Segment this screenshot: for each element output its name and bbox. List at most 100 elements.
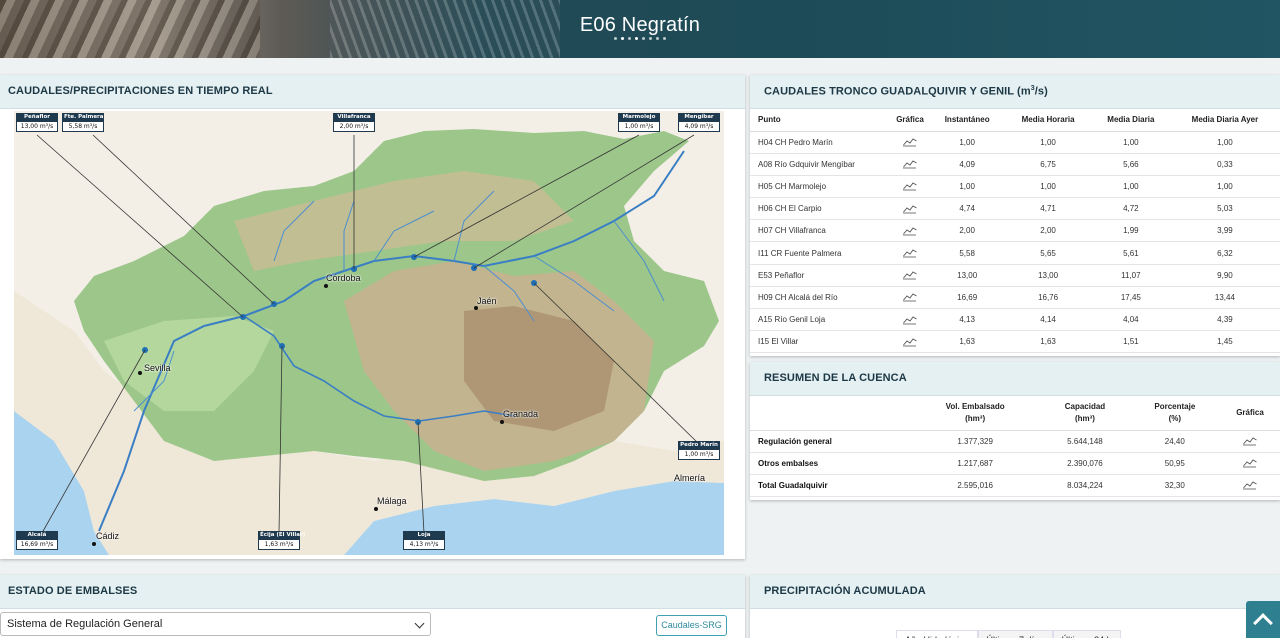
cell-media-diaria: 11,07 — [1091, 264, 1170, 287]
gauge-flag-mengibar[interactable]: Mengíbar 4,09 m³/s — [678, 113, 720, 132]
chart-icon-button[interactable] — [890, 286, 930, 310]
cell-cap: 2.390,076 — [1040, 452, 1130, 475]
chevron-down-icon — [414, 618, 425, 629]
col-pct-unit: (%) — [1168, 413, 1182, 423]
caudales-srg-button[interactable]: Caudales-SRG — [656, 615, 727, 636]
realtime-map-panel: CAUDALES/PRECIPITACIONES EN TIEMPO REAL — [0, 75, 745, 559]
basin-map-graphic — [14, 111, 724, 555]
table-row: H09 CH Alcalá del Río 16,69 16,76 17,45 13,4… — [750, 286, 1280, 310]
cell-media-horaria: 1,00 — [1004, 131, 1092, 154]
cell-instantaneo: 4,74 — [930, 197, 1005, 221]
cell-punto: A15 Río Genil Loja — [750, 308, 890, 332]
cell-name: Regulación general — [750, 430, 910, 453]
cell-media-horaria: 4,71 — [1004, 197, 1092, 221]
carousel-dot[interactable] — [642, 37, 645, 40]
carousel-dot[interactable] — [656, 37, 659, 40]
chart-icon-button[interactable] — [1220, 430, 1280, 453]
carousel-dot-active[interactable] — [621, 37, 624, 40]
flows-panel: CAUDALES TRONCO GUADALQUIVIR Y GENIL (m 3… — [750, 75, 1280, 356]
cell-punto: E53 Peñaflor — [750, 264, 890, 287]
cell-media-diaria-ayer: 1,00 — [1169, 131, 1280, 154]
table-row: I15 El Villar 1,63 1,63 1,51 1,45 — [750, 330, 1280, 354]
cell-media-horaria: 1,00 — [1004, 175, 1092, 199]
col-grafica: Gráfica — [1220, 396, 1280, 431]
cell-punto: H09 CH Alcalá del Río — [750, 286, 890, 310]
carousel-dot[interactable] — [628, 37, 631, 40]
gauge-flag-loja[interactable]: Loja 4,13 m³/s — [403, 531, 445, 550]
cell-media-diaria: 1,00 — [1091, 131, 1170, 154]
system-select[interactable]: Sistema de Regulación General — [0, 612, 431, 636]
gauge-flag-alcala[interactable]: Alcalá 16,69 m³/s — [16, 531, 58, 550]
gauge-flag-value: 4,13 m³/s — [403, 539, 445, 550]
chart-icon-button[interactable] — [890, 241, 930, 265]
cell-media-diaria: 4,72 — [1091, 197, 1170, 221]
cell-media-horaria: 2,00 — [1004, 219, 1092, 243]
cell-vol: 1.377,329 — [910, 430, 1041, 453]
table-row: H07 CH Villafranca 2,00 2,00 1,99 3,99 — [750, 219, 1280, 243]
chart-icon-button[interactable] — [890, 175, 930, 199]
table-row: A08 Río Gdquivir Mengíbar 4,09 6,75 5,66 0,3… — [750, 153, 1280, 176]
gauge-flag-name: Pedro Marín — [678, 441, 720, 449]
chart-icon-button[interactable] — [890, 153, 930, 176]
gauge-flag-name: Écija (El Villar) — [258, 531, 306, 539]
gauge-flag-name: Peñaflor — [16, 113, 58, 121]
cell-instantaneo: 1,00 — [930, 131, 1005, 154]
line-chart-icon — [1243, 459, 1257, 468]
carousel-dot[interactable] — [649, 37, 652, 40]
cell-media-diaria-ayer: 1,00 — [1169, 175, 1280, 199]
carousel-dot[interactable] — [663, 37, 666, 40]
summary-table-body: Regulación general 1.377,329 5.644,148 24,4… — [750, 430, 1280, 497]
col-blank — [750, 396, 910, 431]
scroll-to-top-button[interactable] — [1246, 601, 1280, 638]
gauge-flag-value: 1,00 m³/s — [678, 449, 720, 460]
cell-media-diaria: 1,99 — [1091, 219, 1170, 243]
cell-media-diaria-ayer: 5,03 — [1169, 197, 1280, 221]
tab-ultimas-24h[interactable]: Últimas 24 h — [1052, 630, 1121, 638]
gauge-flag-value: 16,69 m³/s — [16, 539, 58, 550]
cell-pct: 24,40 — [1129, 430, 1220, 453]
chart-icon-button[interactable] — [890, 197, 930, 221]
chart-icon-button[interactable] — [890, 131, 930, 154]
reservoirs-panel-title: ESTADO DE EMBALSES — [0, 575, 745, 609]
city-label-malaga: Málaga — [377, 496, 407, 506]
cell-punto: I11 CR Fuente Palmera — [750, 241, 890, 265]
gauge-flag-marmolejo[interactable]: Marmolejo 1,00 m³/s — [618, 113, 660, 132]
gauge-flag-fuente-palmera[interactable]: Fte. Palmera 5,58 m³/s — [62, 113, 104, 132]
tab-ultimos-7-dias[interactable]: Últimos 7 días — [977, 630, 1053, 638]
chart-icon-button[interactable] — [890, 264, 930, 287]
gauge-flag-pedro-marin[interactable]: Pedro Marín 1,00 m³/s — [678, 441, 720, 460]
cell-media-diaria-ayer: 0,33 — [1169, 153, 1280, 176]
flows-panel-title: CAUDALES TRONCO GUADALQUIVIR Y GENIL (m3… — [750, 75, 1280, 109]
gauge-flag-ecija[interactable]: Écija (El Villar) 1,63 m³/s — [258, 531, 306, 550]
gauge-flag-value: 4,09 m³/s — [678, 121, 720, 132]
line-chart-icon — [1243, 437, 1257, 446]
flows-title-end: /s) — [1034, 85, 1048, 98]
cell-media-diaria-ayer: 4,39 — [1169, 308, 1280, 332]
cell-media-horaria: 1,63 — [1004, 330, 1092, 354]
chart-icon-button[interactable] — [1220, 452, 1280, 475]
chart-icon-button[interactable] — [1220, 474, 1280, 497]
city-label-cadiz: Cádiz — [96, 531, 120, 541]
carousel-dot[interactable] — [635, 37, 638, 40]
table-row: Total Guadalquivir 2.595,016 8.034,224 32,3… — [750, 474, 1280, 497]
line-chart-icon — [903, 205, 917, 214]
gauge-flag-villafranca[interactable]: Villafranca 2,00 m³/s — [333, 113, 375, 132]
col-media-horaria: Media Horaria — [1004, 109, 1092, 132]
col-instantaneo: Instantáneo — [930, 109, 1005, 132]
precip-panel-title: PRECIPITACIÓN ACUMULADA — [750, 575, 1280, 609]
cell-media-horaria: 6,75 — [1004, 153, 1092, 176]
cell-media-horaria: 16,76 — [1004, 286, 1092, 310]
chart-icon-button[interactable] — [890, 308, 930, 332]
tab-ano-hidrologico[interactable]: Año Hidrológico — [896, 630, 978, 638]
col-punto: Punto — [750, 109, 890, 132]
carousel-indicators[interactable] — [614, 37, 666, 40]
line-chart-icon — [903, 138, 917, 147]
cell-cap: 5.644,148 — [1040, 430, 1130, 453]
carousel-dot[interactable] — [614, 37, 617, 40]
chart-icon-button[interactable] — [890, 330, 930, 354]
gauge-flag-penaflor[interactable]: Peñaflor 13,00 m³/s — [16, 113, 58, 132]
basin-map[interactable]: Córdoba Jaén Sevilla Granada Málaga Alme… — [14, 111, 724, 555]
table-row: E53 Peñaflor 13,00 13,00 11,07 9,90 — [750, 264, 1280, 287]
chart-icon-button[interactable] — [890, 219, 930, 243]
cell-name: Otros embalses — [750, 452, 910, 475]
